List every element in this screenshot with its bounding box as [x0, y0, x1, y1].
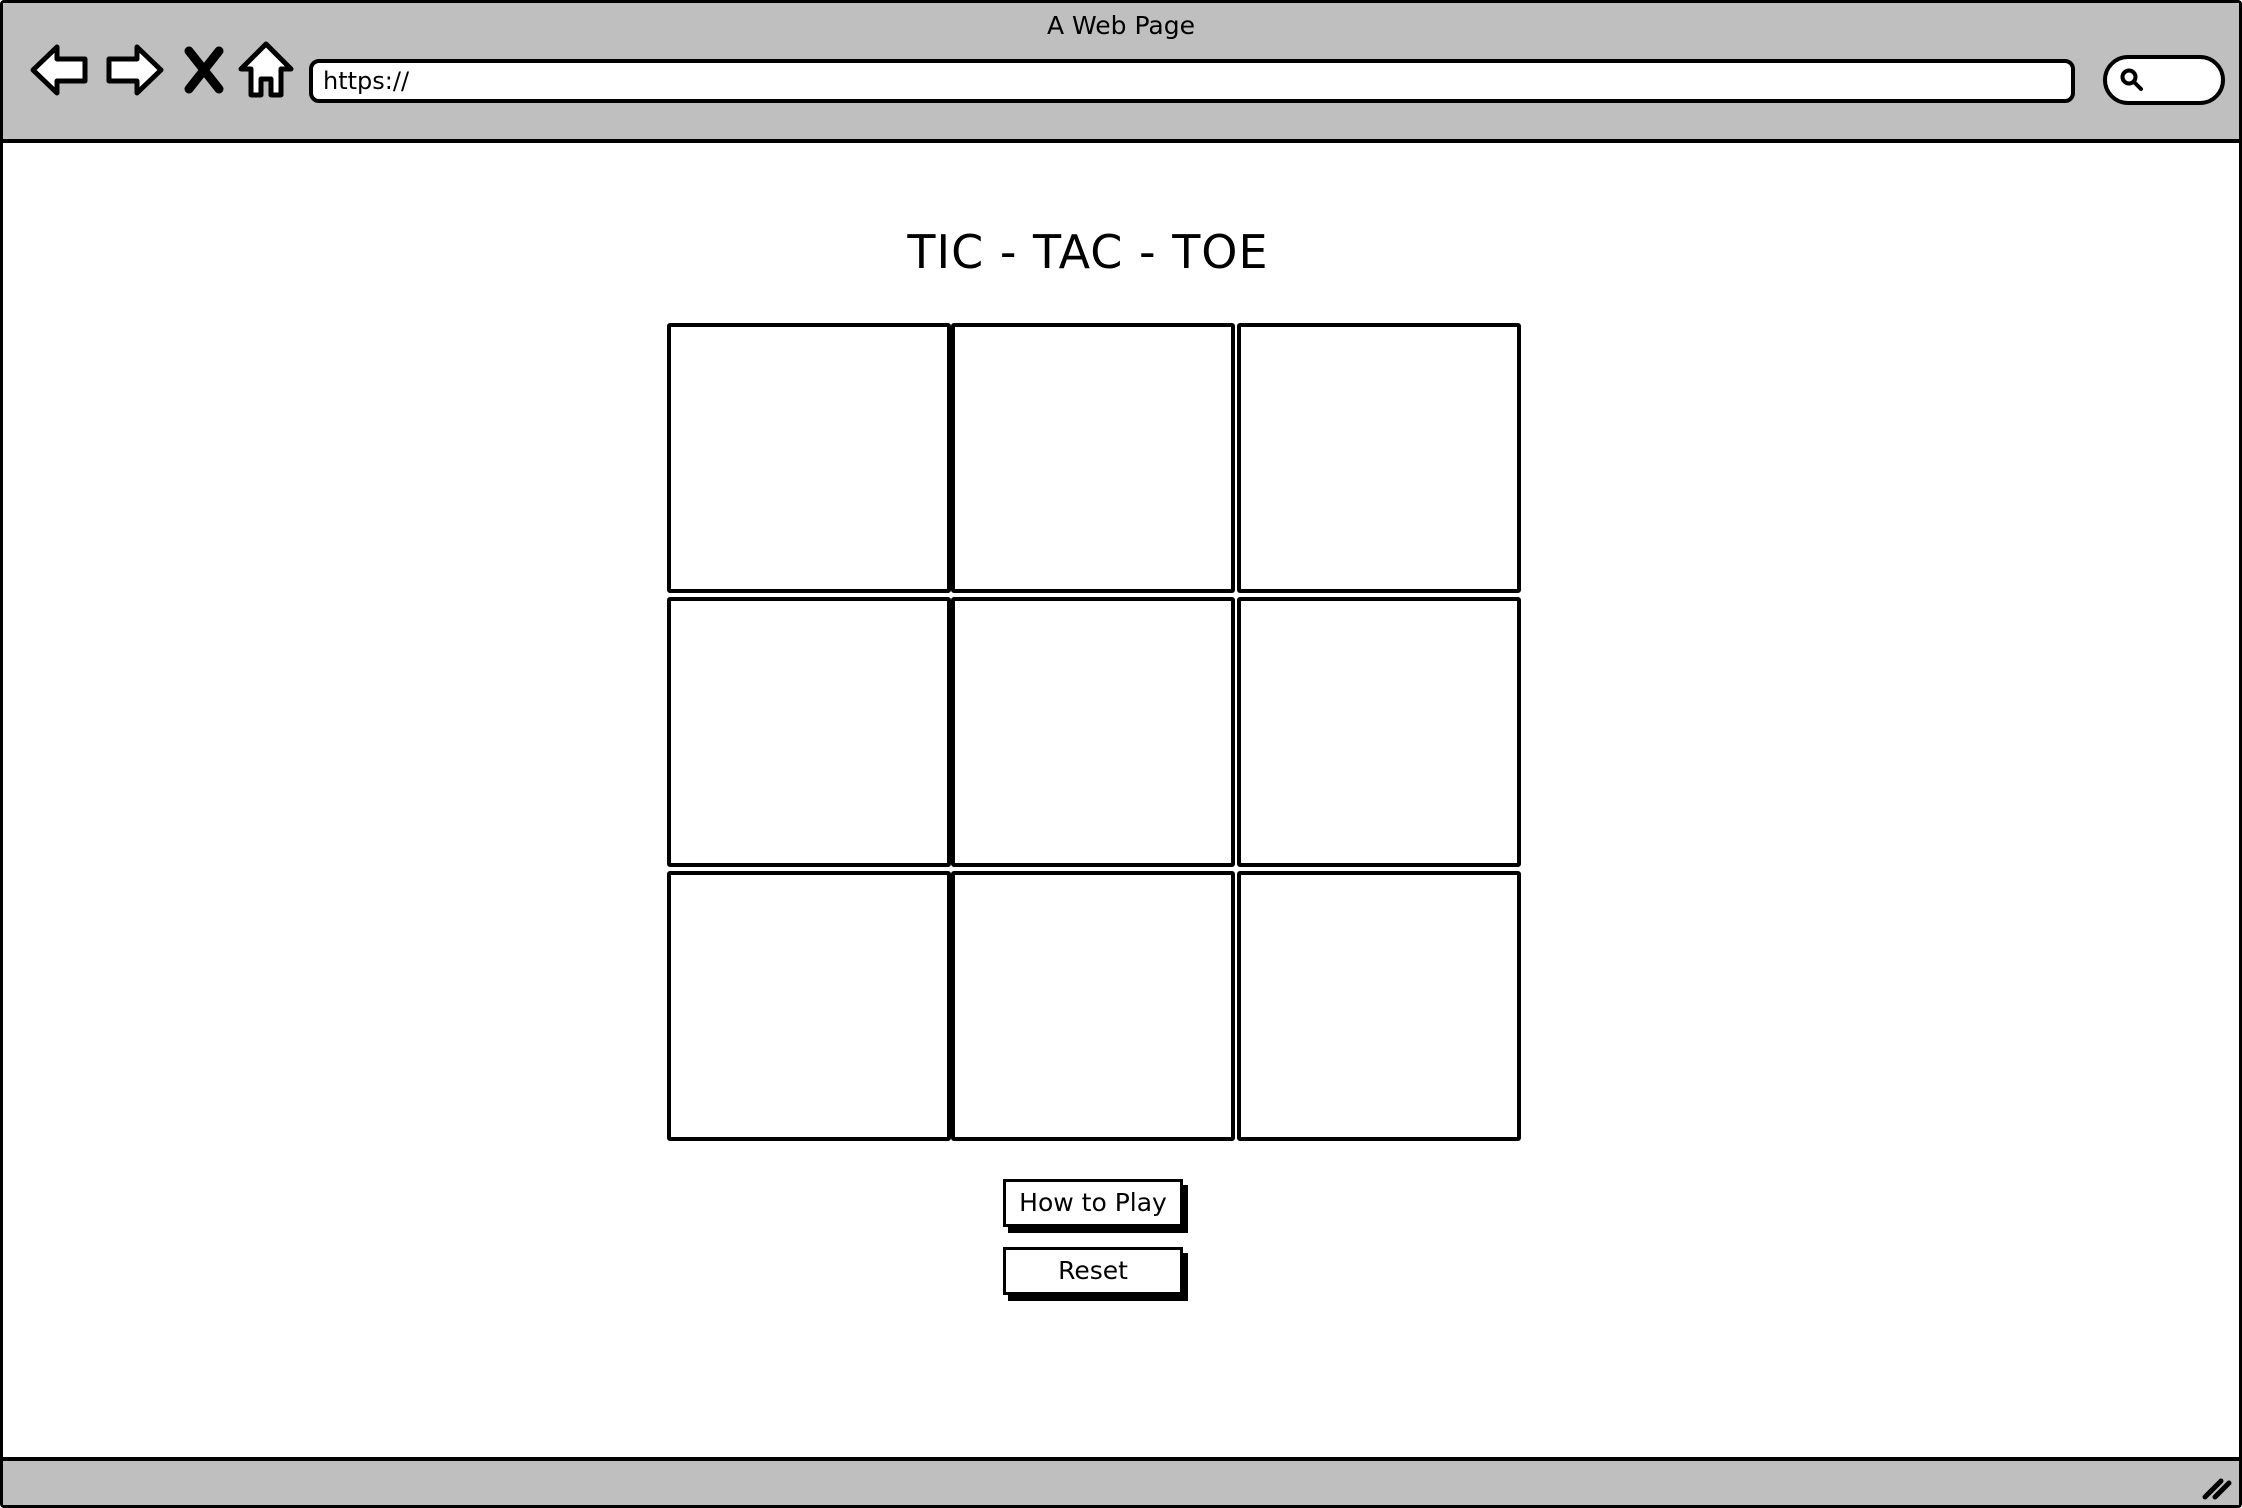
window-title: A Web Page	[1046, 11, 1196, 40]
board-cell-2[interactable]	[951, 323, 1235, 593]
address-bar[interactable]	[309, 59, 2075, 103]
board-cell-3[interactable]	[1237, 323, 1521, 593]
search-icon	[2120, 68, 2143, 91]
page-title: TIC - TAC - TOE	[907, 225, 1269, 279]
board-cell-4[interactable]	[667, 597, 951, 867]
search-field[interactable]	[2103, 55, 2225, 105]
board-cell-6[interactable]	[1237, 597, 1521, 867]
board-cell-9[interactable]	[1237, 871, 1521, 1141]
resize-grip-icon	[2202, 1478, 2232, 1500]
home-button[interactable]	[235, 39, 297, 101]
board-cell-7[interactable]	[667, 871, 951, 1141]
resize-grip[interactable]	[2199, 1471, 2233, 1501]
arrow-right-icon	[106, 44, 164, 96]
tic-tac-toe-board	[667, 323, 1523, 1145]
address-input[interactable]	[313, 63, 2071, 99]
close-icon	[184, 46, 224, 94]
home-icon	[238, 41, 294, 98]
forward-button[interactable]	[103, 39, 165, 101]
board-cell-8[interactable]	[951, 871, 1235, 1141]
board-cell-1[interactable]	[667, 323, 951, 593]
browser-window: A Web Page https:// TIC - TAC - TOE How …	[0, 0, 2242, 1508]
arrow-left-icon	[30, 44, 88, 96]
board-cell-5[interactable]	[951, 597, 1235, 867]
status-bar	[3, 1457, 2239, 1505]
back-button[interactable]	[29, 39, 91, 101]
reset-button[interactable]: Reset	[1003, 1247, 1183, 1295]
browser-toolbar: A Web Page	[3, 3, 2239, 143]
how-to-play-button[interactable]: How to Play	[1003, 1179, 1183, 1227]
stop-button[interactable]	[179, 39, 229, 101]
